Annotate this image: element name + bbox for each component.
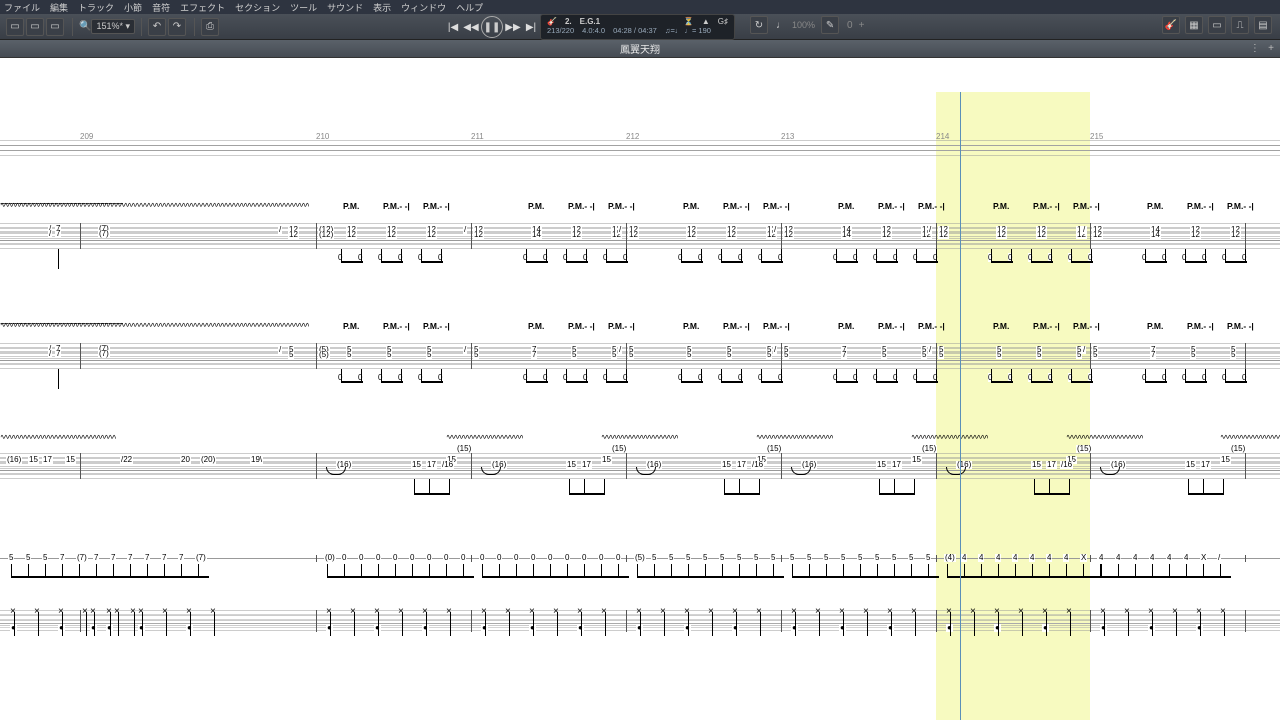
track-number: 2. [565,17,572,26]
guitar-icon: 🎸 [547,17,557,26]
zoom-icon: 🔍 [79,21,91,32]
toolbar: ▭ ▭ ▭ 🔍 151%* ▾ ↶ ↷ ⎙ |◀ ◀◀ ❚❚ ▶▶ ▶| 🎸 2… [0,14,1280,40]
view-page-icon[interactable]: ▭ [6,18,24,36]
track-title: 鳳翼天翔 [620,41,660,56]
menu-effect[interactable]: エフェクト [180,1,225,14]
menu-help[interactable]: ヘルプ [456,1,483,14]
playback-cursor [960,92,961,720]
menu-file[interactable]: ファイル [4,1,40,14]
print-icon[interactable]: ⎙ [201,18,219,36]
beat-display: 4.0:4.0 [582,26,605,35]
mixer-icon[interactable]: ⎍ [1231,16,1249,34]
undo-icon[interactable]: ↶ [148,18,166,36]
forward-icon[interactable]: ▶▶ [505,19,521,35]
menu-bar: ファイル 編集 トラック 小節 音符 エフェクト セクション ツール サウンド … [0,0,1280,14]
view-horiz-icon[interactable]: ▭ [46,18,64,36]
panel-icon[interactable]: ▤ [1254,16,1272,34]
score-area[interactable]: 209210211212213214215 77(7)(7)~~~~~~~~~~… [0,58,1280,720]
staff-drums[interactable]: ×●××●××●××●××●××●××●××●××●××●××●××●××●××… [0,610,1280,632]
transport-controls: |◀ ◀◀ ❚❚ ▶▶ ▶| [445,16,539,38]
note-value-icon[interactable]: ♩ [776,20,786,31]
fretboard-icon[interactable]: ▦ [1185,16,1203,34]
track-menu-icon[interactable]: ⋮ + [1250,43,1274,54]
keyboard-icon[interactable]: ▭ [1208,16,1226,34]
redo-icon[interactable]: ↷ [168,18,186,36]
zoom-select[interactable]: 151%* ▾ [91,19,135,34]
pencil-icon[interactable]: ✎ [821,16,839,34]
loop-icon[interactable]: ↻ [750,16,768,34]
staff-guitar1[interactable]: 77(7)(7)~~~~~~~~~~~~~~~~~~~~~~~~~~~~~~~~… [0,223,1280,249]
track-name: E.G.1 [580,17,600,26]
time-display: 04:28 / 04:37 [613,26,657,35]
right-tools: 🎸 ▦ ▭ ⎍ ▤ [1162,16,1274,34]
menu-sound[interactable]: サウンド [327,1,363,14]
speed-display: 100% [792,20,815,30]
skip-start-icon[interactable]: |◀ [445,19,461,35]
track-title-bar[interactable]: 鳳翼天翔 ⋮ + [0,40,1280,58]
staff-lead[interactable]: (16)151715/2220(20)19\(16)151715(15)∿∿∿∿… [0,453,1280,479]
staff-empty-top [0,140,1280,156]
position-display: 213/220 [547,26,574,35]
key-label: G♯ [718,17,728,26]
staff-bass[interactable]: 5557(7)777777(7)(0)00000000000000000(5)5… [0,558,1280,559]
menu-tools[interactable]: ツール [290,1,317,14]
menu-window[interactable]: ウィンドウ [401,1,446,14]
rewind-icon[interactable]: ◀◀ [463,19,479,35]
pause-button[interactable]: ❚❚ [481,16,503,38]
menu-track[interactable]: トラック [78,1,114,14]
view-screen-icon[interactable]: ▭ [26,18,44,36]
menu-section[interactable]: セクション [235,1,280,14]
menu-note[interactable]: 音符 [152,1,170,14]
instrument-icon[interactable]: 🎸 [1162,16,1180,34]
menu-view[interactable]: 表示 [373,1,391,14]
skip-end-icon[interactable]: ▶| [523,19,539,35]
menu-edit[interactable]: 編集 [50,1,68,14]
staff-guitar2[interactable]: 77(7)(7)~~~~~~~~~~~~~~~~~~~~~~~~~~~~~~~~… [0,343,1280,369]
metronome-icon: ▲ [702,17,710,26]
tempo-display: ♩= 190 [684,26,710,35]
menu-bar-item[interactable]: 小節 [124,1,142,14]
timer-icon: ⏳ [684,17,694,26]
transport-info: 🎸 2. E.G.1 ⏳ ▲ G♯ 213/220 4.0:4.0 04:28 … [540,14,735,40]
